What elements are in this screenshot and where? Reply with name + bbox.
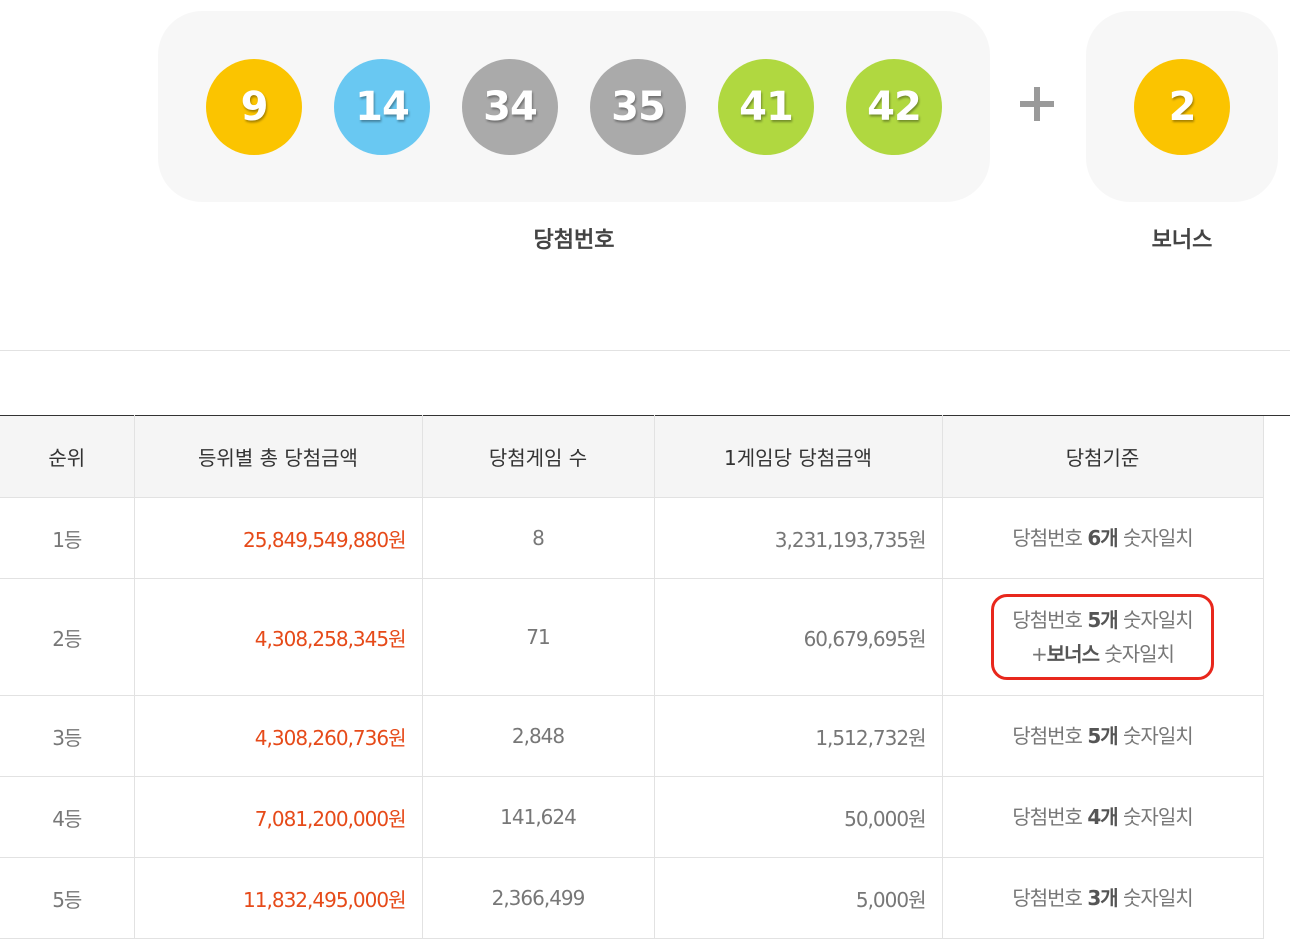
table-row: 4등 7,081,200,000원 141,624 50,000원 당첨번호 4… bbox=[0, 776, 1264, 858]
rank-cell: 4등 bbox=[0, 776, 135, 858]
table-row: 2등 4,308,258,345원 71 60,679,695원 당첨번호 5개… bbox=[0, 578, 1264, 696]
criteria-suffix: 숫자일치 bbox=[1117, 526, 1194, 550]
bonus-ball: 2 bbox=[1134, 59, 1230, 155]
criteria-count: 3개 bbox=[1087, 886, 1118, 910]
criteria-suffix: 숫자일치 bbox=[1117, 886, 1194, 910]
criteria-count: 6개 bbox=[1087, 526, 1118, 550]
bonus-label: 보너스 bbox=[1151, 228, 1213, 253]
table-row: 1등 25,849,549,880원 8 3,231,193,735원 당첨번호… bbox=[0, 497, 1264, 579]
table-right-edge bbox=[1263, 415, 1290, 932]
winning-ball-3: 34 bbox=[462, 59, 558, 155]
header-total-amount: 등위별 총 당첨금액 bbox=[134, 415, 423, 498]
winning-ball-1: 9 bbox=[206, 59, 302, 155]
per-game-amount-cell: 50,000원 bbox=[654, 776, 943, 858]
winning-ball-6: 42 bbox=[846, 59, 942, 155]
header-winner-count: 당첨게임 수 bbox=[422, 415, 655, 498]
per-game-amount-cell: 5,000원 bbox=[654, 857, 943, 939]
total-amount-cell: 11,832,495,000원 bbox=[134, 857, 423, 939]
criteria-text: 당첨번호 bbox=[1012, 805, 1088, 829]
criteria-suffix: 숫자일치 bbox=[1098, 642, 1175, 666]
winner-count-cell: 2,848 bbox=[422, 695, 655, 777]
criteria-text: 당첨번호 bbox=[1012, 886, 1088, 910]
prize-table: 순위 등위별 총 당첨금액 당첨게임 수 1게임당 당첨금액 당첨기준 1등 2… bbox=[0, 415, 1264, 939]
bonus-number-panel: 2 bbox=[1086, 11, 1278, 202]
criteria-count: 5개 bbox=[1087, 608, 1118, 632]
criteria-text: 당첨번호 bbox=[1012, 526, 1088, 550]
table-row: 3등 4,308,260,736원 2,848 1,512,732원 당첨번호 … bbox=[0, 695, 1264, 777]
per-game-amount-cell: 3,231,193,735원 bbox=[654, 497, 943, 579]
total-amount-cell: 4,308,260,736원 bbox=[134, 695, 423, 777]
criteria-suffix: 숫자일치 bbox=[1117, 724, 1194, 748]
section-divider bbox=[0, 350, 1290, 351]
winning-ball-4: 35 bbox=[590, 59, 686, 155]
winning-numbers-label: 당첨번호 bbox=[533, 228, 615, 253]
highlight-box: 당첨번호 5개 숫자일치 +보너스 숫자일치 bbox=[991, 594, 1214, 680]
rank-cell: 1등 bbox=[0, 497, 135, 579]
header-per-game-amount: 1게임당 당첨금액 bbox=[654, 415, 943, 498]
plus-icon bbox=[1018, 84, 1058, 124]
winning-ball-2: 14 bbox=[334, 59, 430, 155]
criteria-plus: + bbox=[1031, 642, 1048, 666]
criteria-suffix: 숫자일치 bbox=[1117, 805, 1194, 829]
winner-count-cell: 71 bbox=[422, 578, 655, 696]
rank-cell: 3등 bbox=[0, 695, 135, 777]
winner-count-cell: 8 bbox=[422, 497, 655, 579]
criteria-cell: 당첨번호 5개 숫자일치 bbox=[942, 695, 1264, 777]
header-criteria: 당첨기준 bbox=[942, 415, 1264, 498]
criteria-suffix: 숫자일치 bbox=[1117, 608, 1194, 632]
per-game-amount-cell: 1,512,732원 bbox=[654, 695, 943, 777]
per-game-amount-cell: 60,679,695원 bbox=[654, 578, 943, 696]
winning-numbers-panel: 9 14 34 35 41 42 bbox=[158, 11, 990, 202]
total-amount-cell: 4,308,258,345원 bbox=[134, 578, 423, 696]
table-row: 5등 11,832,495,000원 2,366,499 5,000원 당첨번호… bbox=[0, 857, 1264, 939]
rank-cell: 2등 bbox=[0, 578, 135, 696]
criteria-cell: 당첨번호 6개 숫자일치 bbox=[942, 497, 1264, 579]
criteria-cell: 당첨번호 5개 숫자일치 +보너스 숫자일치 bbox=[942, 578, 1264, 696]
criteria-cell: 당첨번호 3개 숫자일치 bbox=[942, 857, 1264, 939]
criteria-text: 당첨번호 bbox=[1012, 608, 1088, 632]
header-rank: 순위 bbox=[0, 415, 135, 498]
rank-cell: 5등 bbox=[0, 857, 135, 939]
total-amount-cell: 25,849,549,880원 bbox=[134, 497, 423, 579]
winner-count-cell: 2,366,499 bbox=[422, 857, 655, 939]
winner-count-cell: 141,624 bbox=[422, 776, 655, 858]
criteria-bonus: 보너스 bbox=[1046, 642, 1100, 666]
criteria-text: 당첨번호 bbox=[1012, 724, 1088, 748]
criteria-count: 4개 bbox=[1087, 805, 1118, 829]
total-amount-cell: 7,081,200,000원 bbox=[134, 776, 423, 858]
criteria-cell: 당첨번호 4개 숫자일치 bbox=[942, 776, 1264, 858]
criteria-count: 5개 bbox=[1087, 724, 1118, 748]
table-header-row: 순위 등위별 총 당첨금액 당첨게임 수 1게임당 당첨금액 당첨기준 bbox=[0, 415, 1264, 498]
winning-ball-5: 41 bbox=[718, 59, 814, 155]
